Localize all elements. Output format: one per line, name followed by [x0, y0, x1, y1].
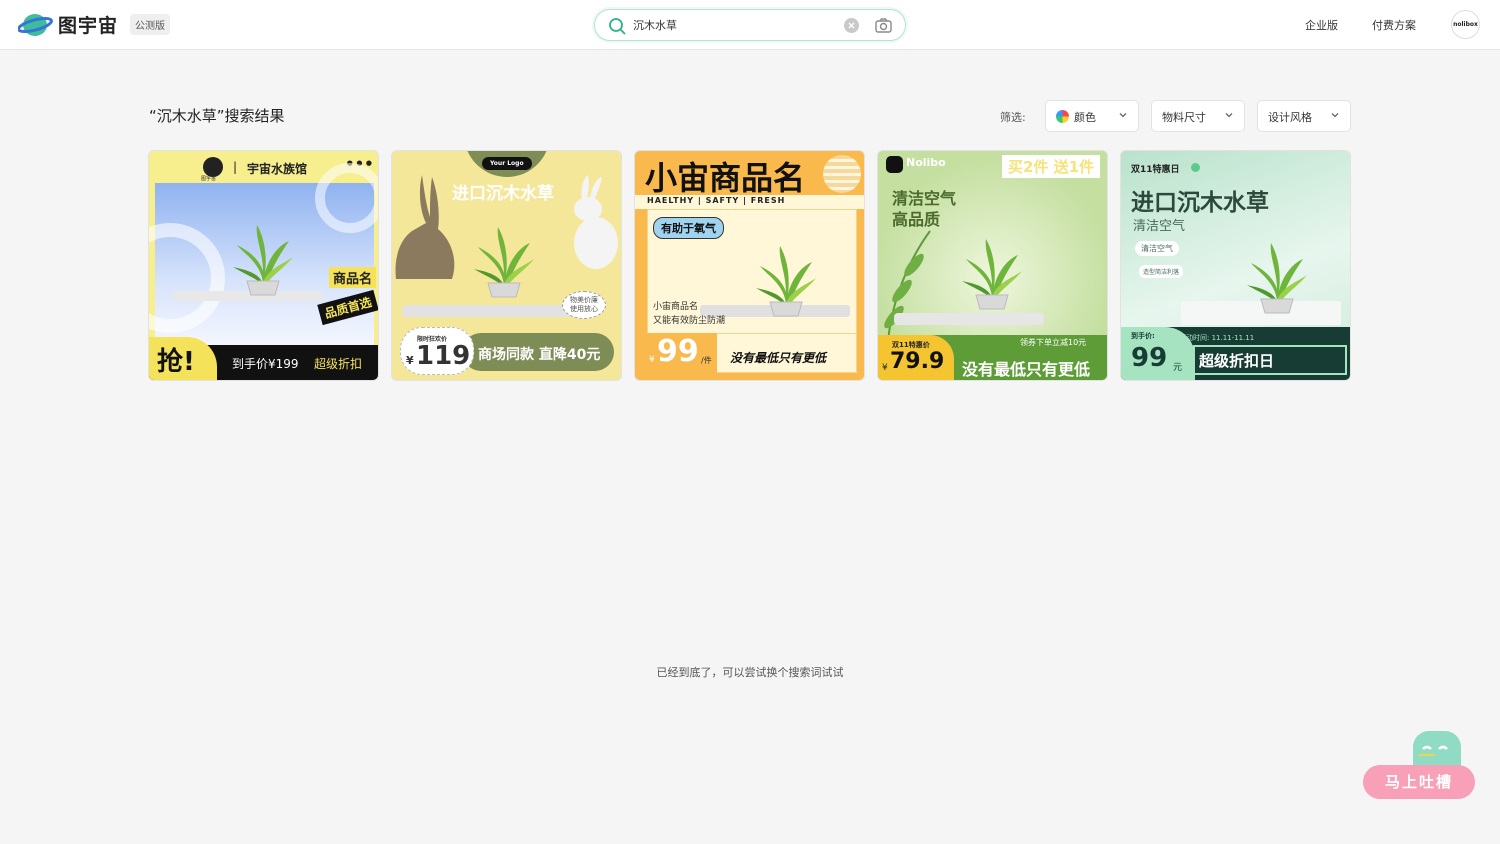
- brand-dot-icon: [1191, 163, 1200, 172]
- bubble-note: 物美价廉 使用放心: [562, 291, 606, 319]
- card-desc: 小宙商品名: [653, 302, 699, 312]
- feedback-button[interactable]: 马上吐槽: [1363, 765, 1475, 799]
- template-card[interactable]: 小宙商品名 HAELTHY | SAFTY | FRESH 有助于氧气 小宙商品…: [634, 150, 865, 381]
- chevron-down-icon: [1119, 113, 1127, 118]
- color-wheel-icon: [1056, 110, 1069, 123]
- template-card[interactable]: Nolibo 买2件 送1件 清洁空气 高品质 领券下单立减10元 双11特惠价…: [877, 150, 1108, 381]
- brand-logo-icon: [886, 156, 903, 173]
- feedback-widget[interactable]: 马上吐槽: [1363, 731, 1477, 801]
- card-brand: Nolibo: [906, 156, 946, 169]
- chevron-down-icon: [1331, 113, 1339, 118]
- template-card[interactable]: 图宇宙 | 宇宙水族馆 ••• 商品名 品质首选 抢! 到手价¥199 超级折扣: [148, 150, 379, 381]
- search-input[interactable]: [633, 15, 833, 35]
- coupon-text: 领券下单立减10元: [1020, 338, 1087, 347]
- plant-image: [474, 226, 535, 298]
- planet-logo-icon: [17, 10, 54, 38]
- card-headline: 进口沉木水草: [452, 184, 554, 204]
- card-desc: 又能有效防尘防潮: [653, 316, 726, 326]
- camera-icon[interactable]: [874, 16, 893, 35]
- style-filter-label: 设计风格: [1268, 111, 1312, 124]
- nav-enterprise[interactable]: 企业版: [1305, 17, 1338, 33]
- card-chip: 清洁空气: [1135, 241, 1179, 256]
- discount-text: 超级折扣: [314, 357, 363, 371]
- avatar[interactable]: nolibox: [1451, 10, 1480, 39]
- promo-badge: 买2件 送1件: [1002, 155, 1101, 178]
- app-logo[interactable]: 图宇宙 公测版: [17, 10, 171, 38]
- rabbit-illustration: [395, 175, 455, 279]
- card-headline: 进口沉木水草: [1131, 190, 1269, 216]
- card-subline: HAELTHY | SAFTY | FRESH: [647, 196, 786, 205]
- card-headline: 小宙商品名: [645, 159, 806, 197]
- activity-time: 活动时间: 11.11-11.11: [1179, 334, 1255, 342]
- event-label: 双11特惠日: [1131, 165, 1180, 175]
- price-unit: 元: [1173, 363, 1183, 373]
- card-scene: [149, 163, 378, 345]
- currency-symbol: ¥: [406, 354, 414, 367]
- card-slogan: 商场同款 直降40元: [478, 347, 601, 363]
- template-card[interactable]: Your Logo 进口沉木水草 物美价廉 使用放心 商场同款 直降40元 限时…: [391, 150, 622, 381]
- mini-logo-text: 图宇宙: [201, 176, 217, 182]
- price-text: 到手价¥199: [232, 357, 299, 371]
- template-card[interactable]: 双11特惠日 进口沉木水草 清洁空气 清洁空气 造型简洁利落 到手价: 活动时间…: [1120, 150, 1351, 381]
- card-price: 79.9: [890, 349, 945, 374]
- app-name: 图宇宙: [58, 14, 119, 37]
- filter-label: 筛选:: [1000, 111, 1026, 124]
- currency-symbol: ¥: [649, 355, 655, 365]
- brand-logo-icon: [203, 157, 223, 177]
- card-slogan: 超级折扣日: [1199, 352, 1275, 370]
- card-price: 119: [416, 341, 471, 371]
- card-chip: 造型简洁利落: [1139, 265, 1184, 278]
- nav-pricing[interactable]: 付费方案: [1372, 17, 1416, 33]
- color-filter-label: 颜色: [1074, 111, 1096, 124]
- product-cup-icon: [823, 155, 861, 193]
- color-filter-dropdown[interactable]: 颜色: [1045, 100, 1139, 132]
- card-sub: 清洁空气: [1133, 219, 1186, 234]
- card-slogan: 没有最低只有更低: [962, 360, 1091, 379]
- card-brand: 宇宙水族馆: [247, 162, 308, 176]
- plant-image: [962, 238, 1023, 310]
- card-slogan: 没有最低只有更低: [730, 351, 827, 365]
- card-tag: 商品名: [329, 267, 377, 288]
- price-label: 到手价:: [1131, 332, 1155, 340]
- style-filter-dropdown[interactable]: 设计风格: [1257, 100, 1351, 132]
- card-price: 99: [657, 334, 699, 369]
- card-price: 99: [1131, 343, 1168, 373]
- top-header: 图宇宙 公测版 企业版 付费方案 nolibox: [0, 0, 1500, 50]
- plant-image: [1247, 242, 1308, 314]
- price-unit: /件: [701, 356, 712, 365]
- end-of-results-text: 已经到底了，可以尝试换个搜索词试试: [656, 666, 844, 679]
- grab-label: 抢!: [157, 347, 195, 377]
- chevron-down-icon: [1225, 113, 1233, 118]
- search-icon[interactable]: [607, 16, 627, 36]
- rabbit-illustration: [574, 175, 618, 269]
- plant-image: [756, 245, 817, 317]
- beta-badge: 公测版: [130, 13, 171, 35]
- card-logo: Your Logo: [482, 157, 532, 170]
- clear-icon[interactable]: [844, 18, 859, 33]
- currency-symbol: ¥: [882, 363, 888, 373]
- size-filter-dropdown[interactable]: 物料尺寸: [1151, 100, 1245, 132]
- search-bar: [594, 9, 906, 41]
- card-tag: 有助于氧气: [653, 217, 724, 239]
- size-filter-label: 物料尺寸: [1162, 111, 1206, 124]
- results-title: “沉木水草”搜索结果: [149, 107, 285, 125]
- plant-image: [233, 224, 294, 296]
